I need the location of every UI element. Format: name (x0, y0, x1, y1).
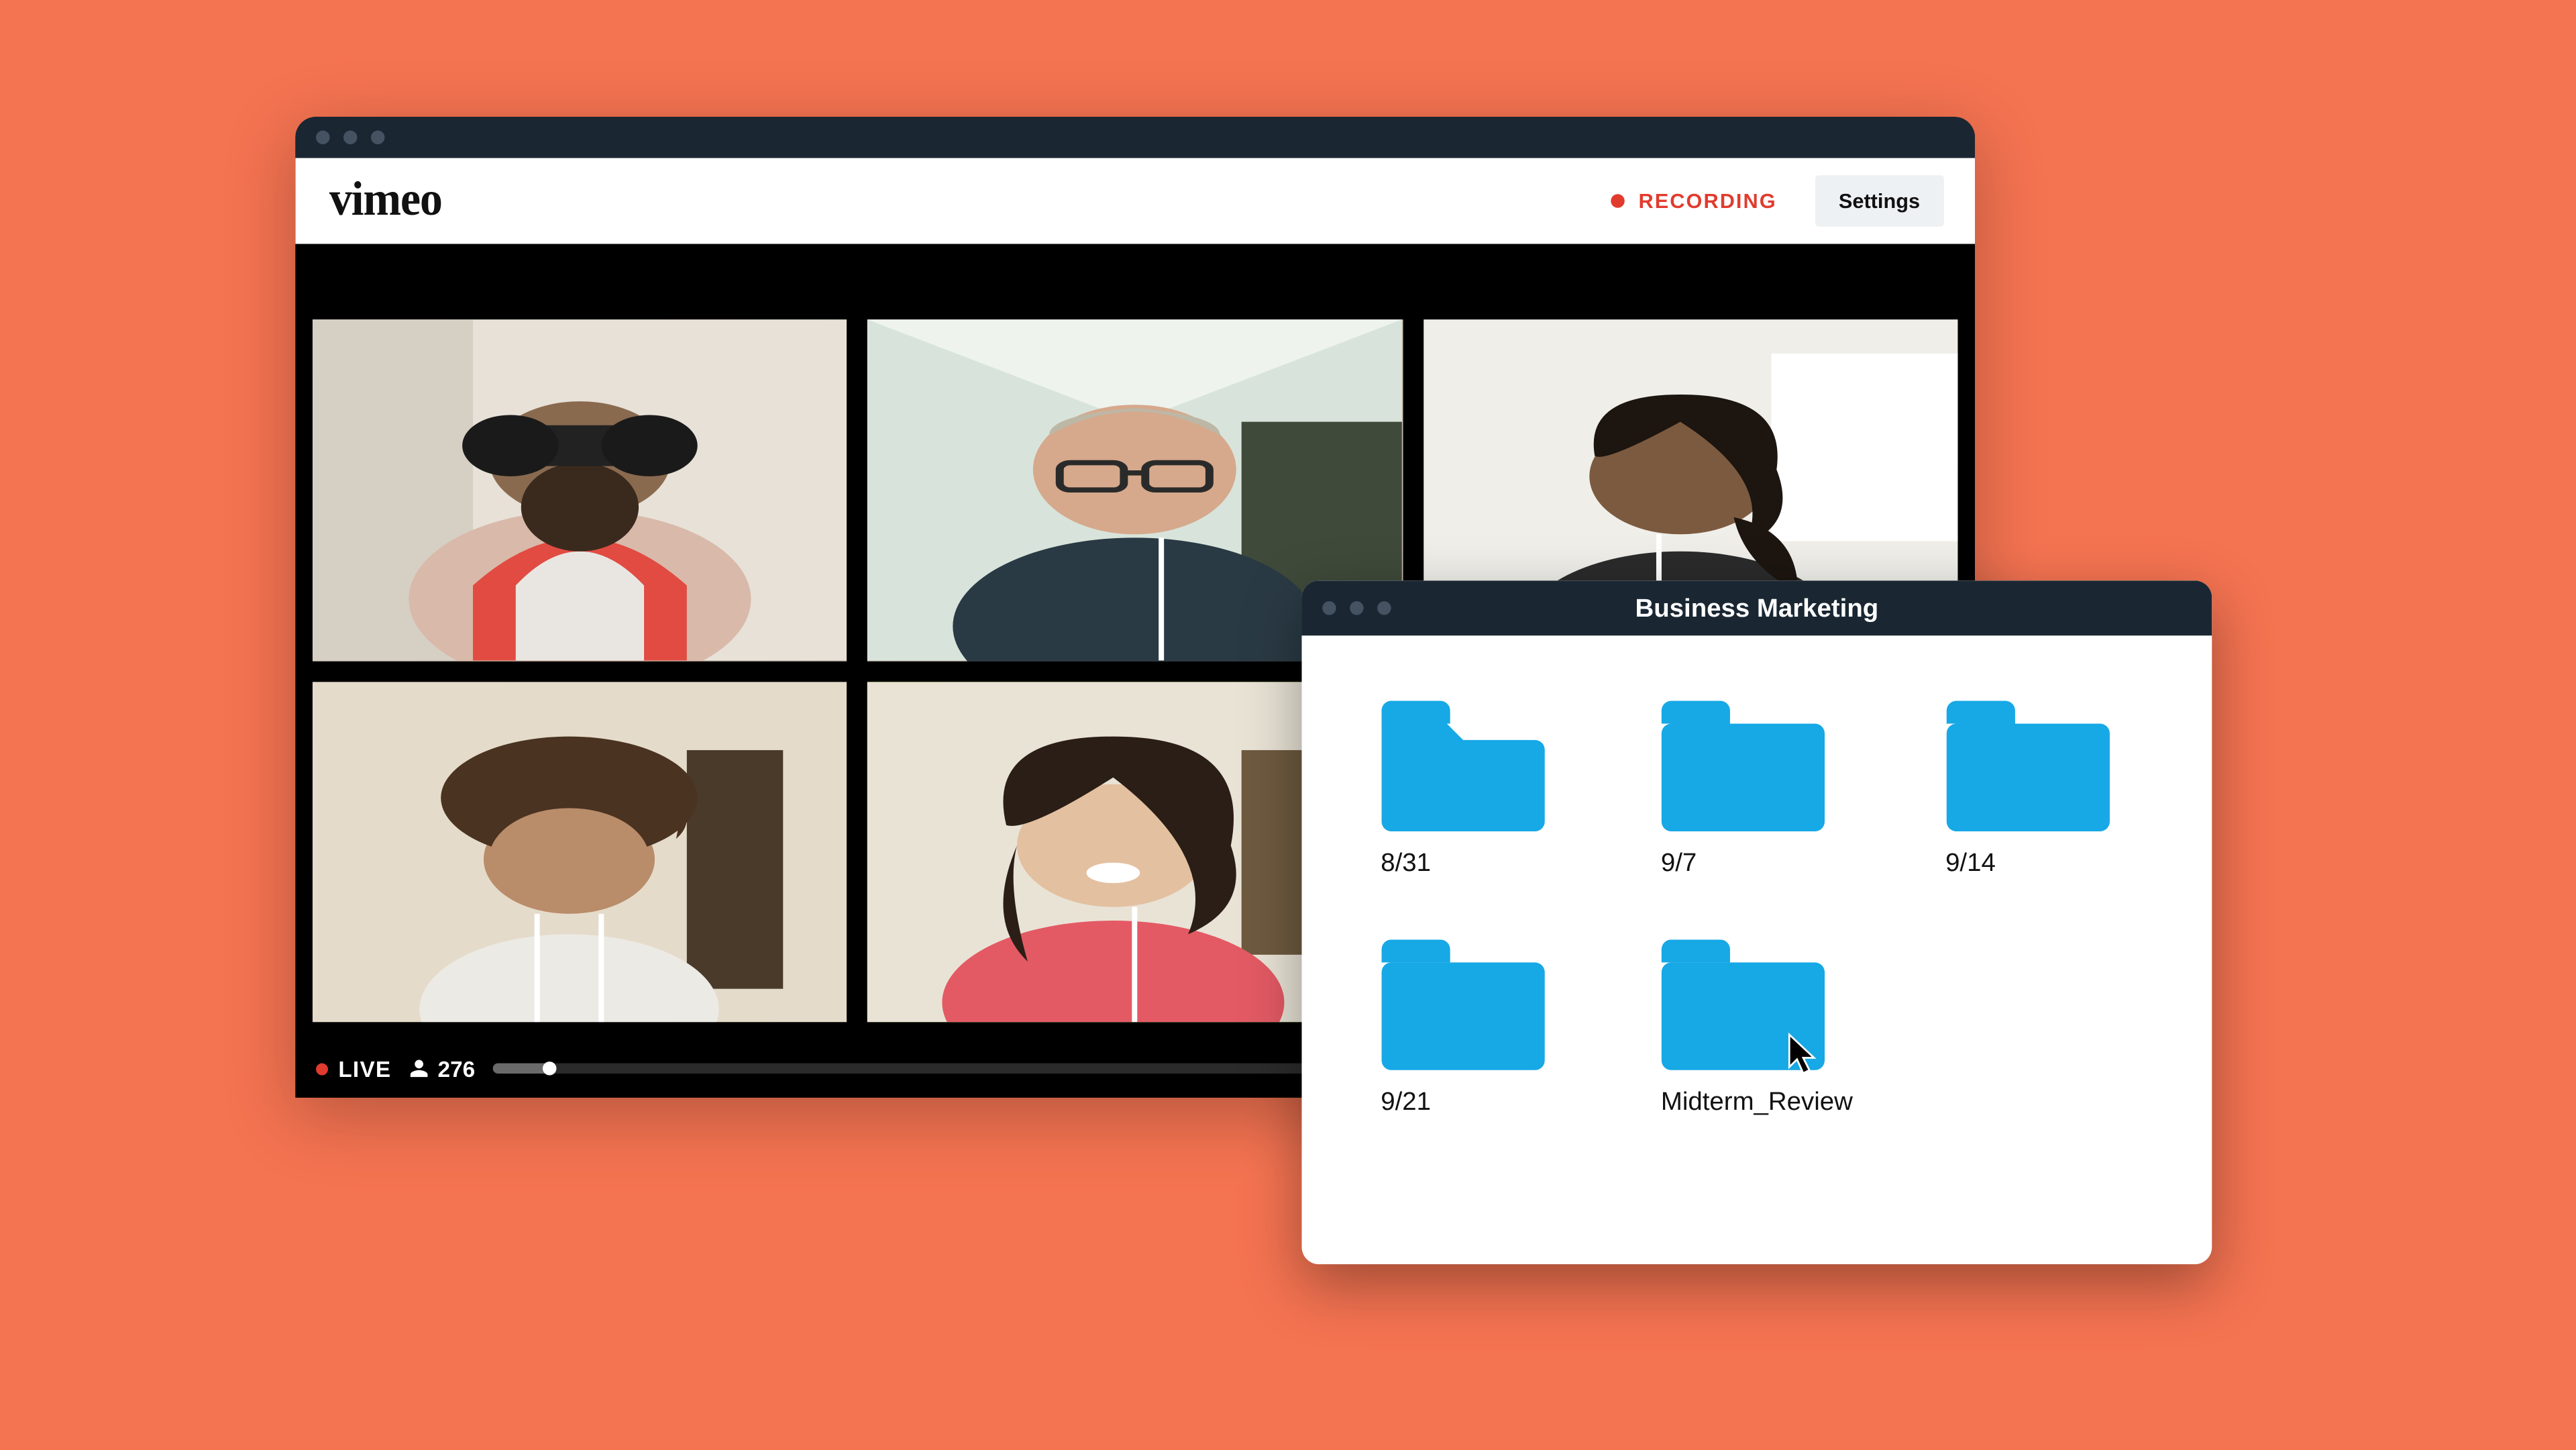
folder-icon (1381, 701, 1546, 831)
folder-window: Business Marketing 8/31 9/7 (1301, 580, 2212, 1264)
person-icon (409, 1058, 429, 1079)
folder-label: 8/31 (1381, 849, 1431, 878)
folder-window-titlebar: Business Marketing (1301, 580, 2212, 635)
folder-grid: 8/31 9/7 9/14 (1381, 701, 2133, 1117)
folder-item-5[interactable]: Midterm_Review (1661, 939, 1853, 1117)
folder-label: 9/14 (1945, 849, 1996, 878)
folder-label: Midterm_Review (1661, 1087, 1853, 1117)
live-dot-icon (316, 1062, 328, 1074)
record-dot-icon (1611, 194, 1625, 207)
participant-avatar-icon (313, 681, 847, 1022)
live-indicator: LIVE (316, 1055, 391, 1081)
window-control-minimize[interactable] (1350, 601, 1363, 615)
folder-body: 8/31 9/7 9/14 (1301, 635, 2212, 1264)
app-header: vimeo RECORDING Settings (295, 158, 1975, 244)
brand-logo: vimeo (329, 174, 442, 229)
settings-button[interactable]: Settings (1815, 175, 1944, 227)
recording-label: RECORDING (1639, 189, 1777, 213)
progress-fill (492, 1064, 551, 1074)
folder-label: 9/21 (1381, 1087, 1431, 1117)
folder-icon (1945, 701, 2110, 831)
viewer-count: 276 (409, 1055, 475, 1081)
live-label: LIVE (338, 1055, 391, 1081)
participant-avatar-icon (313, 319, 847, 660)
folder-window-title: Business Marketing (1301, 593, 2212, 623)
folder-item-2[interactable]: 9/7 (1661, 701, 1853, 878)
folder-item-3[interactable]: 9/14 (1945, 701, 2133, 878)
folder-item-4[interactable]: 9/21 (1381, 939, 1568, 1117)
folder-icon (1661, 939, 1826, 1070)
recording-indicator: RECORDING (1611, 189, 1777, 213)
folder-icon (1661, 701, 1826, 831)
window-titlebar (295, 117, 1975, 158)
folder-icon (1381, 939, 1546, 1070)
participant-tile-4[interactable] (313, 681, 847, 1022)
folder-item-1[interactable]: 8/31 (1381, 701, 1568, 878)
window-control-minimize[interactable] (343, 131, 357, 144)
window-control-close[interactable] (1322, 601, 1336, 615)
viewer-count-value: 276 (438, 1055, 476, 1081)
window-control-zoom[interactable] (371, 131, 384, 144)
window-control-close[interactable] (316, 131, 329, 144)
participant-tile-1[interactable] (313, 319, 847, 660)
folder-label: 9/7 (1661, 849, 1697, 878)
window-control-zoom[interactable] (1377, 601, 1391, 615)
